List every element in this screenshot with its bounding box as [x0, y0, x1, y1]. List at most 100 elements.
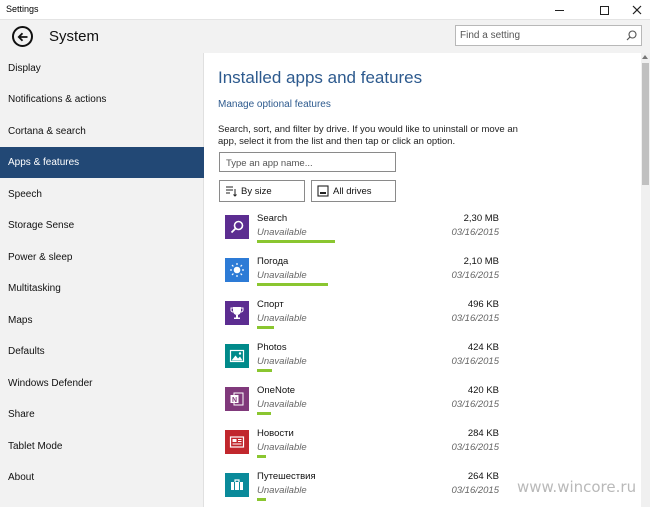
sidebar-item-share[interactable]: Share	[0, 399, 204, 430]
app-status: Unavailable	[257, 313, 307, 324]
description-text: Search, sort, and filter by drive. If yo…	[218, 124, 518, 147]
drive-filter-dropdown[interactable]: All drives	[311, 180, 396, 202]
app-size-bar	[257, 412, 271, 415]
sidebar-item-power[interactable]: Power & sleep	[0, 242, 204, 273]
app-install-date: 03/16/2015	[451, 485, 499, 496]
app-install-date: 03/16/2015	[451, 270, 499, 281]
app-size-bar	[257, 326, 274, 329]
app-status: Unavailable	[257, 270, 307, 281]
scroll-up-icon[interactable]	[642, 55, 648, 59]
minimize-icon	[554, 9, 564, 11]
app-list-item[interactable]: N OneNote Unavailable 420 KB 03/16/2015	[223, 385, 503, 425]
page-header: System	[0, 20, 650, 53]
drive-icon	[317, 185, 329, 197]
main-content: Installed apps and features Manage optio…	[205, 53, 641, 507]
app-filter-box[interactable]	[219, 152, 396, 173]
app-size: 424 KB	[467, 342, 499, 353]
manage-optional-features-link[interactable]: Manage optional features	[218, 99, 331, 110]
sidebar-item-apps-features[interactable]: Apps & features	[0, 147, 204, 178]
app-status: Unavailable	[257, 356, 307, 367]
app-tile	[225, 258, 249, 282]
page-title: System	[49, 28, 100, 45]
scrollbar[interactable]	[641, 53, 650, 507]
sidebar-item-defender[interactable]: Windows Defender	[0, 368, 204, 399]
app-install-date: 03/16/2015	[451, 313, 499, 324]
app-status: Unavailable	[257, 442, 307, 453]
app-size-bar	[257, 498, 266, 501]
app-install-date: 03/16/2015	[451, 399, 499, 410]
app-size-bar	[257, 283, 328, 286]
close-button[interactable]	[624, 0, 650, 20]
title-bar: Settings	[0, 0, 650, 20]
sidebar-item-about[interactable]: About	[0, 462, 204, 493]
minimize-button[interactable]	[546, 0, 572, 20]
app-size-bar	[257, 240, 335, 243]
app-tile	[225, 301, 249, 325]
sidebar-item-display[interactable]: Display	[0, 53, 204, 84]
app-install-date: 03/16/2015	[451, 227, 499, 238]
app-tile	[225, 215, 249, 239]
travel-icon	[231, 479, 243, 490]
onenote-icon: N	[230, 392, 244, 406]
app-status: Unavailable	[257, 399, 307, 410]
sidebar-item-speech[interactable]: Speech	[0, 179, 204, 210]
search-icon	[230, 220, 244, 234]
close-icon	[632, 5, 642, 15]
app-name: Photos	[257, 342, 287, 353]
trophy-icon	[230, 307, 244, 319]
sidebar: Display Notifications & actions Cortana …	[0, 53, 204, 507]
scrollbar-thumb[interactable]	[642, 63, 649, 185]
app-name: Спорт	[257, 299, 284, 310]
sort-by-label: By size	[241, 185, 272, 197]
sort-by-dropdown[interactable]: By size	[219, 180, 305, 202]
app-size: 264 KB	[467, 471, 499, 482]
svg-text:N: N	[232, 397, 237, 404]
sidebar-item-maps[interactable]: Maps	[0, 305, 204, 336]
app-tile	[225, 344, 249, 368]
app-size: 284 KB	[467, 428, 499, 439]
news-icon	[229, 436, 245, 448]
app-tile: N	[225, 387, 249, 411]
app-list-item[interactable]: Спорт Unavailable 496 KB 03/16/2015	[223, 299, 503, 339]
maximize-button[interactable]	[591, 0, 617, 20]
drive-filter-label: All drives	[333, 185, 372, 197]
app-size-bar	[257, 369, 272, 372]
app-list-item[interactable]: Photos Unavailable 424 KB 03/16/2015	[223, 342, 503, 382]
app-list-item[interactable]: Search Unavailable 2,30 MB 03/16/2015	[223, 213, 503, 253]
sidebar-item-storage[interactable]: Storage Sense	[0, 210, 204, 241]
sidebar-item-defaults[interactable]: Defaults	[0, 336, 204, 367]
app-name: Новости	[257, 428, 294, 439]
sun-icon	[230, 263, 244, 277]
app-install-date: 03/16/2015	[451, 356, 499, 367]
app-status: Unavailable	[257, 485, 307, 496]
app-size-bar	[257, 455, 266, 458]
search-icon[interactable]	[626, 30, 637, 41]
app-size: 420 KB	[467, 385, 499, 396]
app-tile	[225, 473, 249, 497]
search-input[interactable]	[460, 28, 620, 43]
app-install-date: 03/16/2015	[451, 442, 499, 453]
window-title: Settings	[6, 4, 39, 14]
sort-list-icon	[226, 186, 237, 197]
app-list-item[interactable]: Путешествия Unavailable 264 KB 03/16/2015	[223, 471, 503, 507]
back-button[interactable]	[12, 26, 33, 47]
app-list-item[interactable]: Новости Unavailable 284 KB 03/16/2015	[223, 428, 503, 468]
app-name: OneNote	[257, 385, 296, 396]
arrow-left-icon	[17, 32, 27, 41]
app-name: Search	[257, 213, 288, 224]
app-size: 2,10 MB	[463, 256, 499, 267]
app-status: Unavailable	[257, 227, 307, 238]
app-list-item[interactable]: Погода Unavailable 2,10 MB 03/16/2015	[223, 256, 503, 296]
photo-icon	[229, 349, 245, 363]
sidebar-item-tablet-mode[interactable]: Tablet Mode	[0, 431, 204, 462]
sidebar-item-notifications[interactable]: Notifications & actions	[0, 84, 204, 115]
app-size: 2,30 MB	[463, 213, 499, 224]
search-box[interactable]	[455, 25, 642, 46]
maximize-icon	[599, 5, 609, 15]
app-name: Погода	[257, 256, 289, 267]
sidebar-item-cortana[interactable]: Cortana & search	[0, 116, 204, 147]
app-name-input[interactable]	[220, 154, 395, 173]
app-name: Путешествия	[257, 471, 316, 482]
sidebar-item-multitasking[interactable]: Multitasking	[0, 273, 204, 304]
section-heading: Installed apps and features	[218, 68, 423, 87]
